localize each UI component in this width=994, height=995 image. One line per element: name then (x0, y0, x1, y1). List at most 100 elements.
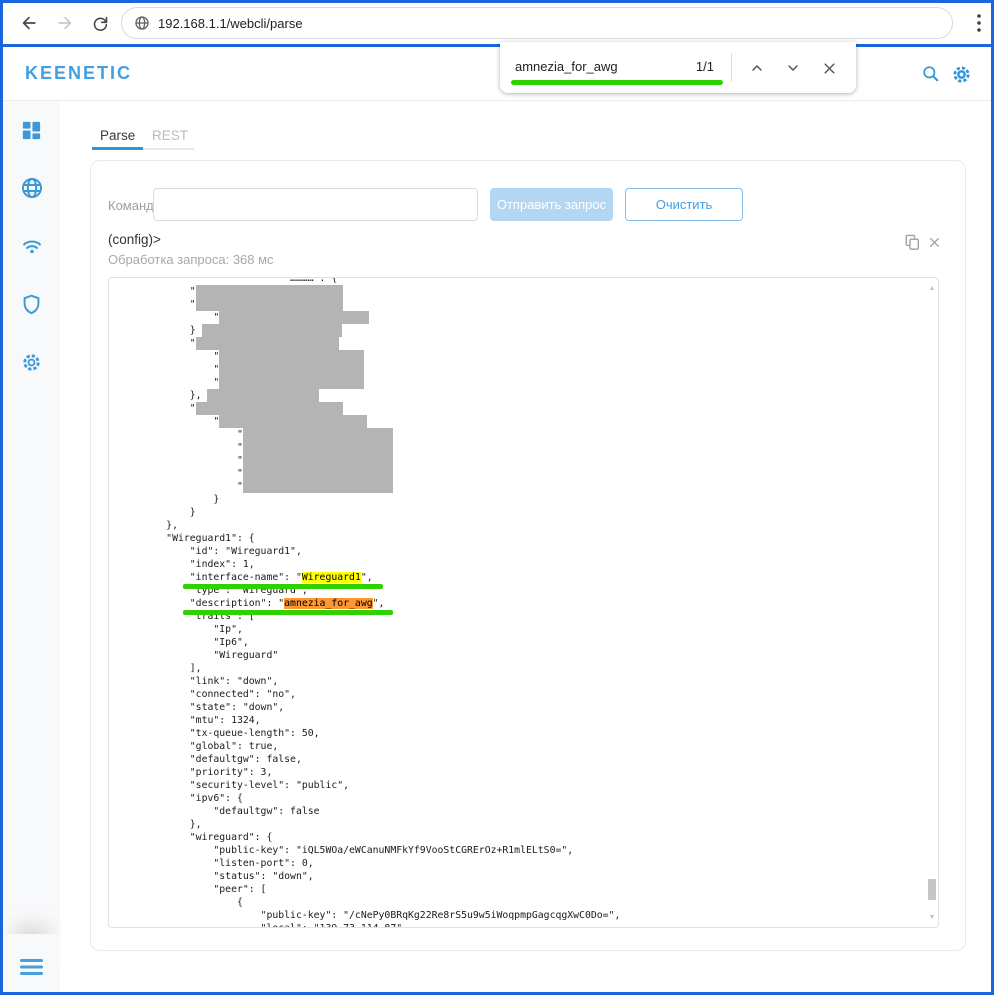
code-text: "index": 1, (119, 559, 255, 570)
code-text: " (119, 468, 243, 479)
code-line: } (119, 493, 620, 506)
code-line: " (119, 454, 620, 467)
code-line: " (119, 467, 620, 480)
code-line: " (119, 298, 620, 311)
find-close-icon[interactable] (815, 54, 843, 82)
sidebar-item-management[interactable] (3, 345, 60, 379)
browser-menu-icon[interactable] (966, 9, 992, 37)
code-line: "ipv6": { (119, 792, 620, 805)
code-text: "ipv6": { (119, 793, 243, 804)
code-line: " (119, 428, 620, 441)
sidebar-item-security[interactable] (3, 287, 60, 321)
code-line: }, (119, 519, 620, 532)
find-query-input[interactable]: amnezia_for_awg (515, 59, 618, 74)
code-text: " (119, 403, 196, 414)
redacted-block (219, 363, 364, 376)
code-text: }, (119, 520, 178, 531)
output-box: "…………": { " " " } " " " " }, " " " (108, 277, 939, 928)
code-text: ", (361, 572, 373, 583)
redacted-block (243, 454, 393, 467)
close-output-icon[interactable] (928, 236, 941, 249)
scroll-down-icon[interactable]: ▼ (926, 910, 938, 924)
request-status: Обработка запроса: 368 мс (108, 252, 274, 267)
code-text: "mtu": 1324, (119, 715, 261, 726)
code-text: "public-key": "/cNePy0BRqKg22Re8rS5u9w5i… (119, 910, 620, 921)
code-text: " (119, 286, 196, 297)
code-block: "…………": { " " " } " " " " }, " " " (109, 277, 620, 928)
code-text: "tx-queue-length": 50, (119, 728, 320, 739)
code-text: " (119, 429, 243, 440)
scroll-up-icon[interactable]: ▲ (926, 281, 938, 295)
code-text: "…………": { (119, 277, 337, 284)
code-text: } (119, 325, 202, 336)
sidebar-item-internet[interactable] (3, 171, 60, 205)
sidebar-item-dashboard[interactable] (3, 113, 60, 147)
code-text: " (119, 455, 243, 466)
find-match-active: amnezia_for_awg (284, 598, 372, 609)
find-match: Wireguard1 (302, 572, 361, 583)
code-text: "security-level": "public", (119, 780, 349, 791)
redacted-block (243, 480, 393, 493)
code-line: " (119, 285, 620, 298)
code-line: " (119, 415, 620, 428)
code-text: { (119, 897, 243, 908)
code-line: "Wireguard" (119, 649, 620, 662)
code-line: "index": 1, (119, 558, 620, 571)
copy-icon[interactable] (905, 234, 920, 251)
wifi-icon (20, 234, 44, 258)
command-input[interactable] (153, 188, 478, 221)
code-line: " (119, 350, 620, 363)
sidebar-menu-toggle[interactable] (3, 950, 60, 984)
output-scrollbar[interactable]: ▲ ▼ (926, 278, 938, 927)
code-line: "wireguard": { (119, 831, 620, 844)
code-text: "peer": [ (119, 884, 266, 895)
code-text: "defaultgw": false (119, 806, 320, 817)
code-text: " (119, 442, 243, 453)
code-text: "Ip6", (119, 637, 249, 648)
code-text: "Ip", (119, 624, 243, 635)
sidebar-item-wifi[interactable] (3, 229, 60, 263)
screen: 192.168.1.1/webcli/parse KEENETIC amnezi… (0, 0, 994, 995)
internet-globe-icon (20, 176, 44, 200)
forward-icon[interactable] (49, 7, 81, 39)
clear-button[interactable]: Очистить (625, 188, 743, 221)
code-line: " (119, 402, 620, 415)
code-text: " (119, 351, 219, 362)
find-previous-icon[interactable] (743, 54, 771, 82)
code-line: "interface-name": "Wireguard1", (119, 571, 620, 584)
back-icon[interactable] (13, 7, 45, 39)
code-line: "defaultgw": false, (119, 753, 620, 766)
code-line: "global": true, (119, 740, 620, 753)
code-text: "Wireguard1": { (119, 533, 255, 544)
code-line: " (119, 363, 620, 376)
redacted-block (243, 428, 393, 441)
send-request-button[interactable]: Отправить запрос (490, 188, 613, 221)
code-text: "listen-port": 0, (119, 858, 314, 869)
code-text: } (119, 494, 219, 505)
refresh-icon[interactable] (84, 7, 116, 39)
code-text: " (119, 338, 196, 349)
tab-parse[interactable]: Parse (100, 128, 135, 143)
tab-idle-underline (143, 148, 194, 150)
redacted-block (219, 415, 367, 428)
gear-icon (20, 351, 43, 374)
find-next-icon[interactable] (779, 54, 807, 82)
redacted-block (207, 389, 319, 402)
url-bar[interactable]: 192.168.1.1/webcli/parse (121, 7, 953, 39)
redacted-block (196, 298, 343, 311)
sidebar (3, 101, 60, 992)
redacted-block (196, 402, 343, 415)
tab-rest[interactable]: REST (152, 128, 188, 143)
browser-chrome: 192.168.1.1/webcli/parse (3, 3, 991, 44)
find-in-page-bar: amnezia_for_awg 1/1 (500, 42, 856, 93)
settings-gear-icon[interactable] (948, 61, 974, 87)
redacted-block (196, 285, 343, 298)
scrollbar-thumb[interactable] (928, 879, 936, 900)
search-icon[interactable] (918, 61, 944, 87)
tab-active-underline (92, 147, 143, 150)
code-line: "public-key": "iQL5WOa/eWCanuNMFkYf9VooS… (119, 844, 620, 857)
code-text: ", (373, 598, 385, 609)
code-text: "global": true, (119, 741, 278, 752)
shield-icon (20, 293, 43, 316)
code-line: "security-level": "public", (119, 779, 620, 792)
